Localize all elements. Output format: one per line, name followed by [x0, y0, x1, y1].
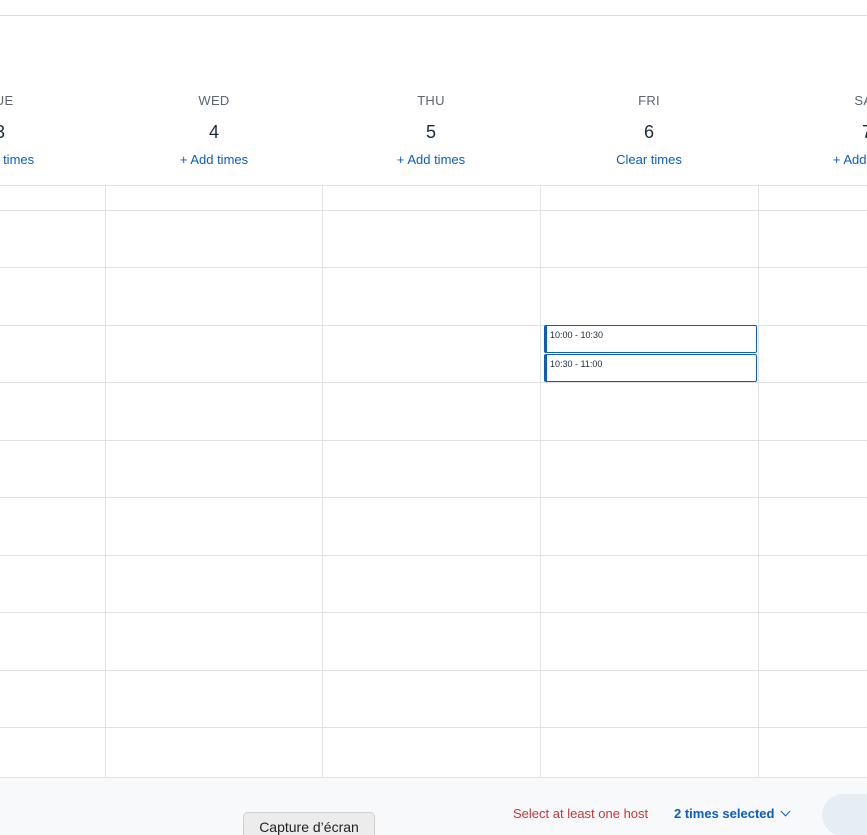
grid-line [0, 555, 867, 556]
add-times-button[interactable]: + Add times [0, 150, 109, 170]
column-divider [540, 185, 541, 777]
times-selected-dropdown[interactable]: 2 times selected [674, 806, 791, 821]
times-selected-label: 2 times selected [674, 806, 775, 821]
day-name: THU [417, 93, 445, 108]
screenshot-tooltip: Capture d’écran [243, 812, 375, 835]
grid-line [0, 612, 867, 613]
day-name: FRI [638, 93, 660, 108]
footer-bar: Select at least one host 2 times selecte… [0, 777, 867, 835]
time-slot[interactable]: 10:30 - 11:00 [544, 354, 757, 382]
time-slot-label: 10:00 - 10:30 [550, 330, 604, 340]
clear-times-button[interactable]: Clear times [540, 150, 758, 170]
primary-action-button[interactable] [822, 794, 867, 835]
top-bar [0, 0, 867, 16]
add-times-button[interactable]: + Add times [105, 150, 323, 170]
add-times-label: + Add times [179, 152, 249, 167]
grid-line [0, 440, 867, 441]
grid-line [0, 382, 867, 383]
day-number: 7 [861, 122, 867, 142]
day-number: 6 [643, 122, 654, 142]
day-number: 3 [0, 114, 109, 150]
time-slot[interactable]: 10:00 - 10:30 [544, 325, 757, 353]
day-name: TUE [0, 93, 14, 108]
add-times-label: + Add times [396, 152, 466, 167]
day-number: 4 [208, 122, 219, 142]
grid-line [0, 185, 867, 186]
day-name: SAT [854, 93, 867, 108]
add-times-button[interactable]: + Add times [322, 150, 540, 170]
clear-times-label: Clear times [616, 152, 682, 167]
day-header-sat: SAT 7 + Add times [758, 88, 867, 170]
day-header-wed: WED 4 + Add times [105, 88, 323, 170]
column-divider [105, 185, 106, 777]
column-divider [322, 185, 323, 777]
column-divider [758, 185, 759, 777]
day-number: 5 [425, 122, 436, 142]
time-grid[interactable]: 10:00 - 10:30 10:30 - 11:00 [0, 185, 867, 777]
chevron-down-icon [781, 806, 791, 817]
grid-line [0, 210, 867, 211]
grid-line [0, 267, 867, 268]
add-times-label: + Add times [832, 152, 867, 167]
grid-line [0, 497, 867, 498]
day-header-fri: FRI 6 Clear times [540, 88, 758, 170]
time-slot-label: 10:30 - 11:00 [550, 359, 603, 369]
grid-line [0, 727, 867, 728]
add-times-label: + Add times [0, 152, 35, 167]
day-header-thu: THU 5 + Add times [322, 88, 540, 170]
host-error-message: Select at least one host [513, 806, 649, 821]
add-times-button[interactable]: + Add times [758, 150, 867, 170]
grid-line [0, 670, 867, 671]
day-name: WED [198, 93, 230, 108]
day-header-tue: TUE 3 + Add times [0, 88, 109, 170]
